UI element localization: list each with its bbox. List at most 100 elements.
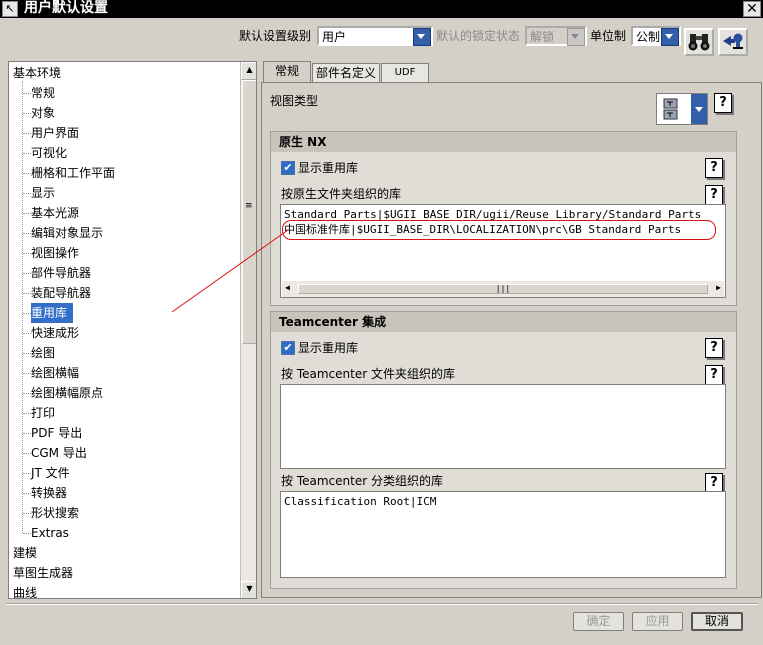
tab-general[interactable]: 常规 xyxy=(263,61,311,83)
tree-category[interactable]: 草图生成器 xyxy=(13,563,73,583)
close-icon[interactable]: ✕ xyxy=(743,1,761,17)
chevron-down-icon[interactable] xyxy=(661,28,679,46)
tab-udf[interactable]: UDF xyxy=(381,63,429,83)
scroll-left-icon[interactable]: ◀ xyxy=(285,283,290,292)
tree-item[interactable]: 栅格和工作平面 xyxy=(31,163,115,183)
cancel-button[interactable]: 取消 xyxy=(691,612,743,631)
tree-item[interactable]: 重用库 xyxy=(31,303,74,323)
tree-item[interactable]: 快速成形 xyxy=(31,323,79,343)
tree-item[interactable]: 显示 xyxy=(31,183,55,203)
tree-connector xyxy=(23,233,31,234)
tree-connector xyxy=(23,173,31,174)
native-folder-lib-textarea[interactable]: Standard Parts|$UGII_BASE_DIR/ugii/Reuse… xyxy=(280,204,726,298)
tree-connector xyxy=(23,473,31,474)
tree-item[interactable]: 转换器 xyxy=(31,483,67,503)
tree-connector xyxy=(23,193,31,194)
system-menu-icon[interactable]: ↖ xyxy=(2,1,18,17)
window-title: 用户默认设置 xyxy=(24,0,108,16)
tree-item[interactable]: 绘图横幅 xyxy=(31,363,79,383)
tree-category[interactable]: 曲线 xyxy=(13,583,37,598)
native-nx-group: 原生 NX ✔ 显示重用库 ? 按原生文件夹组织的库 ? Standard Pa… xyxy=(270,131,737,306)
tc-show-reuse-help-icon[interactable]: ? xyxy=(705,338,723,358)
level-label: 默认设置级别 xyxy=(239,29,312,43)
highlight-annotation xyxy=(282,220,716,240)
tc-show-reuse-label: 显示重用库 xyxy=(298,341,359,355)
lock-select[interactable]: 解锁 xyxy=(525,26,587,46)
tree-item[interactable]: 形状搜索 xyxy=(31,503,79,523)
chevron-down-icon[interactable] xyxy=(413,28,431,46)
tree-item[interactable]: 对象 xyxy=(31,103,55,123)
tree-item[interactable]: 装配导航器 xyxy=(31,283,91,303)
tree-category[interactable]: 建模 xyxy=(13,543,37,563)
tree-item[interactable]: 基本光源 xyxy=(31,203,79,223)
unit-select[interactable]: 公制 xyxy=(631,26,681,46)
tc-folder-lib-label: 按 Teamcenter 文件夹组织的库 xyxy=(281,367,455,381)
tree-category[interactable]: 基本环境 xyxy=(13,63,61,83)
tree-item[interactable]: 绘图 xyxy=(31,343,55,363)
tree-connector xyxy=(23,493,31,494)
tree-item[interactable]: 打印 xyxy=(31,403,55,423)
chevron-down-icon[interactable] xyxy=(691,94,707,124)
tree-item[interactable]: 用户界面 xyxy=(31,123,79,143)
ok-button[interactable]: 确定 xyxy=(573,612,624,631)
whats-this-button[interactable] xyxy=(718,28,748,56)
lock-label: 默认的锁定状态 xyxy=(436,29,521,43)
lock-select-value: 解锁 xyxy=(530,30,555,44)
native-folder-lib-help-icon[interactable]: ? xyxy=(705,185,723,205)
scroll-right-icon[interactable]: ▶ xyxy=(716,283,721,292)
view-type-label: 视图类型 xyxy=(270,94,319,108)
tc-show-reuse-checkbox[interactable]: ✔ xyxy=(281,341,295,355)
level-select[interactable]: 用户 xyxy=(317,26,433,46)
tree-item[interactable]: Extras xyxy=(31,523,69,543)
tree-item[interactable]: 可视化 xyxy=(31,143,67,163)
tree-connector xyxy=(23,433,31,434)
tree-item[interactable]: 常规 xyxy=(31,83,55,103)
tree-item[interactable]: 部件导航器 xyxy=(31,263,91,283)
tree-connector xyxy=(23,353,31,354)
tree-connector xyxy=(23,113,31,114)
tree-item[interactable]: 编辑对象显示 xyxy=(31,223,103,243)
chevron-down-icon[interactable] xyxy=(567,28,585,46)
tree-item[interactable]: PDF 导出 xyxy=(31,423,82,443)
native-show-reuse-label: 显示重用库 xyxy=(298,161,359,175)
view-type-select[interactable] xyxy=(656,93,708,125)
title-bar: ↖ 用户默认设置 ✕ xyxy=(0,0,763,18)
tree-connector xyxy=(23,273,31,274)
tree-item[interactable]: 绘图横幅原点 xyxy=(31,383,103,403)
native-show-reuse-help-icon[interactable]: ? xyxy=(705,158,723,178)
teamcenter-title: Teamcenter 集成 xyxy=(279,315,387,329)
apply-button[interactable]: 应用 xyxy=(632,612,683,631)
tc-class-lib-textarea[interactable]: Classification Root|ICM xyxy=(280,491,726,578)
category-tree: 基本环境 常规 对象 用户界面 可视化 栅格和工作平面 显示 基本光源 编辑对象显示 视图操作 部件… xyxy=(8,61,257,599)
tree-item[interactable]: JT 文件 xyxy=(31,463,70,483)
scroll-down-icon[interactable]: ▼ xyxy=(241,581,256,598)
tc-class-lib-line: Classification Root|ICM xyxy=(284,495,437,508)
native-nx-header xyxy=(271,132,736,152)
find-button[interactable] xyxy=(684,28,714,56)
view-type-help-icon[interactable]: ? xyxy=(714,93,732,113)
tab-part-name-definition[interactable]: 部件名定义 xyxy=(312,63,380,83)
level-select-value: 用户 xyxy=(322,30,347,44)
tree-connector xyxy=(23,293,31,294)
native-show-reuse-checkbox[interactable]: ✔ xyxy=(281,161,295,175)
tc-class-lib-label: 按 Teamcenter 分类组织的库 xyxy=(281,474,443,488)
scroll-thumb[interactable]: ||| xyxy=(298,284,708,294)
native-hscrollbar[interactable]: ◀ ||| ▶ xyxy=(282,281,724,297)
scroll-up-icon[interactable]: ▲ xyxy=(241,62,256,80)
tc-folder-lib-textarea[interactable] xyxy=(280,384,726,469)
tree-connector xyxy=(23,213,31,214)
tree-connector xyxy=(23,413,31,414)
unit-select-value: 公制 xyxy=(636,30,661,44)
tree-connector xyxy=(23,313,31,314)
tc-folder-lib-help-icon[interactable]: ? xyxy=(705,365,723,385)
tree-item[interactable]: 视图操作 xyxy=(31,243,79,263)
tree-scrollbar[interactable]: ▲ ≡ ▼ xyxy=(240,62,256,598)
scroll-thumb[interactable]: ≡ xyxy=(242,80,256,344)
tree-connector xyxy=(23,333,31,334)
teamcenter-group: Teamcenter 集成 ✔ 显示重用库 ? 按 Teamcenter 文件夹… xyxy=(270,311,737,589)
tree-item[interactable]: CGM 导出 xyxy=(31,443,87,463)
tc-class-lib-help-icon[interactable]: ? xyxy=(705,473,723,493)
tree-connector xyxy=(23,253,31,254)
tree-connector xyxy=(23,373,31,374)
unit-label: 单位制 xyxy=(590,29,627,43)
